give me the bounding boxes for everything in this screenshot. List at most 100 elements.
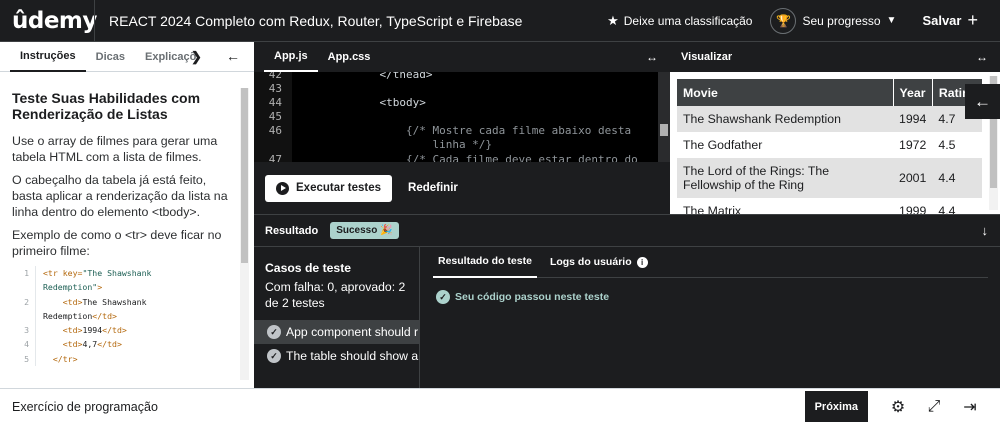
next-button[interactable]: Próxima [804, 391, 868, 422]
status-badge: Sucesso 🎉 [330, 222, 399, 239]
code-tag: </td> [92, 310, 117, 321]
test-cases-title: Casos de teste [265, 261, 352, 275]
play-icon [276, 181, 289, 195]
code-example: 1 <tr key="The Shawshank Redemption"> 2 … [12, 266, 236, 367]
tab-app-css[interactable]: App.css [318, 42, 381, 72]
table-row: The Godfather 1972 4.5 [677, 132, 983, 158]
code-line-number: 1 [12, 266, 36, 281]
tab-instructions[interactable]: Instruções [10, 42, 86, 72]
expand-horizontal-icon[interactable]: ↔ [646, 50, 658, 64]
run-tests-button[interactable]: Executar testes [265, 174, 393, 202]
arrow-left-icon[interactable]: ← [965, 84, 1000, 119]
editor-code-line[interactable]: </thead> [300, 72, 432, 82]
exercise-type-label: Exercício de programação [12, 399, 158, 414]
cell-movie: The Lord of the Rings: The Fellowship of… [677, 158, 893, 198]
results-panel: Resultado Sucesso 🎉 ↓ Casos de teste Com… [254, 214, 1000, 389]
preview-title: Visualizar [681, 51, 733, 63]
code-line: 3 <td>1994</td> [12, 323, 236, 338]
code-line-number: 3 [12, 323, 36, 338]
instructions-tabs: Instruções Dicas Explicaçõ ❯ ← [0, 42, 254, 72]
editor-line-number: 44 [268, 96, 282, 109]
tab-hints[interactable]: Dicas [86, 42, 135, 72]
column-header-movie: Movie [677, 79, 894, 106]
editor-tabs: App.js App.css ↔ [254, 42, 670, 72]
plus-icon: + [967, 10, 978, 30]
code-tag: </td> [97, 339, 122, 350]
rate-course-label: Deixe uma classificação [623, 13, 753, 28]
code-line: 5 </tr> [12, 351, 236, 367]
save-label: Salvar [922, 13, 962, 28]
course-title[interactable]: REACT 2024 Completo com Redux, Router, T… [95, 13, 607, 29]
cell-movie: The Shawshank Redemption [677, 106, 893, 132]
table-row: The Lord of the Rings: The Fellowship of… [677, 158, 983, 198]
udemy-logo[interactable]: ûdemy [0, 8, 97, 34]
editor-code-line[interactable]: linha */} [300, 138, 492, 152]
top-bar: ûdemy REACT 2024 Completo com Redux, Rou… [0, 0, 1000, 42]
preview-frame: Movie Year Ratin The Shawshank Redemptio… [670, 72, 1000, 214]
instruction-paragraph: Use o array de filmes para gerar uma tab… [12, 134, 218, 164]
code-tag: <td> [43, 325, 83, 336]
preview-header: Visualizar ↔ [670, 42, 1000, 72]
instruction-paragraph: Exemplo de como o <tr> deve ficar no pri… [12, 228, 222, 258]
code-editor-panel: App.js App.css ↔ 42 </thead> 43 44 <tbod… [254, 42, 670, 214]
column-header-year: Year [893, 79, 933, 106]
editor-line-number: 47 [268, 153, 282, 162]
tab-app-js[interactable]: App.js [264, 42, 318, 72]
code-tag: <td> [43, 296, 83, 307]
pass-message: ✓ Seu código passou neste teste [436, 290, 1000, 304]
cell-year: 1999 [893, 198, 933, 214]
gear-icon[interactable]: ⚙ [880, 397, 916, 417]
progress-dropdown[interactable]: 🏆 Seu progresso ▼ [770, 7, 897, 34]
code-line: Redemption"> [12, 280, 236, 295]
table-row: The Shawshank Redemption 1994 4.7 [677, 106, 983, 132]
instructions-panel: Instruções Dicas Explicaçõ ❯ ← Teste Sua… [0, 42, 254, 388]
tab-user-logs[interactable]: Logs do usuário i [545, 247, 653, 278]
editor-actions: Executar testes Redefinir [254, 162, 670, 214]
cell-rating: 4.5 [932, 132, 983, 158]
test-case-label: App component should r [286, 325, 419, 339]
rate-course-button[interactable]: ★ Deixe uma classificação [607, 13, 752, 29]
code-line: Redemption</td> [12, 308, 236, 324]
movies-table: Movie Year Ratin The Shawshank Redemptio… [677, 79, 983, 214]
editor-scrollbar[interactable] [658, 72, 670, 162]
check-circle-icon: ✓ [267, 325, 281, 339]
save-button[interactable]: Salvar + [922, 10, 978, 31]
test-case-item[interactable]: ✓ App component should r [254, 320, 419, 344]
editor-code-line[interactable]: {/* Mostre cada filme abaixo desta [300, 124, 631, 138]
test-case-item[interactable]: ✓ The table should show a [254, 344, 419, 368]
footer-bar: Exercício de programação Próxima ⚙ ⤢ ⇥ [0, 388, 1000, 424]
test-cases-list: Casos de teste Com falha: 0, aprovado: 2… [254, 247, 420, 389]
tab-test-result[interactable]: Resultado do teste [433, 247, 537, 278]
cell-movie: The Godfather [677, 132, 893, 158]
scrollbar-thumb[interactable] [660, 124, 668, 136]
test-detail: Resultado do teste Logs do usuário i ✓ S… [421, 247, 1000, 389]
cell-year: 2001 [893, 158, 933, 198]
scrollbar-thumb[interactable] [241, 88, 248, 263]
collapse-icon[interactable]: ⇥ [952, 397, 988, 417]
editor-code-line[interactable]: <tbody> [300, 96, 425, 110]
star-icon: ★ [607, 12, 619, 28]
run-tests-label: Executar testes [296, 182, 382, 194]
code-line-number: 5 [12, 351, 36, 367]
editor-line-number: 46 [268, 124, 282, 137]
code-tag: <td> [43, 339, 83, 350]
expand-horizontal-icon[interactable]: ↔ [976, 50, 988, 64]
chevron-down-icon: ▼ [886, 15, 897, 26]
instruction-paragraph: O cabeçalho da tabela já está feito, bas… [12, 173, 228, 219]
arrow-left-icon[interactable]: ← [226, 48, 240, 64]
preview-panel: Visualizar ↔ Movie Year Ratin The Shawsh… [670, 42, 1000, 214]
editor-line-number: 42 [268, 72, 282, 81]
editor-line-number: 43 [268, 82, 282, 95]
reset-button[interactable]: Redefinir [408, 182, 458, 194]
chevron-right-icon[interactable]: ❯ [191, 49, 202, 65]
code-text: 1994 [82, 325, 103, 336]
code-editor[interactable]: 42 </thead> 43 44 <tbody> 45 46 {/* Most… [254, 72, 670, 162]
instructions-scrollbar[interactable] [240, 88, 249, 380]
arrow-down-icon[interactable]: ↓ [982, 223, 989, 238]
editor-code-line[interactable]: {/* Cada filme deve estar dentro do [300, 153, 638, 162]
test-case-label: The table should show a [286, 349, 419, 363]
cell-year: 1994 [893, 106, 933, 132]
editor-line-number: 45 [268, 110, 282, 123]
expand-icon[interactable]: ⤢ [916, 398, 952, 416]
code-text: The Shawshank [82, 296, 147, 307]
